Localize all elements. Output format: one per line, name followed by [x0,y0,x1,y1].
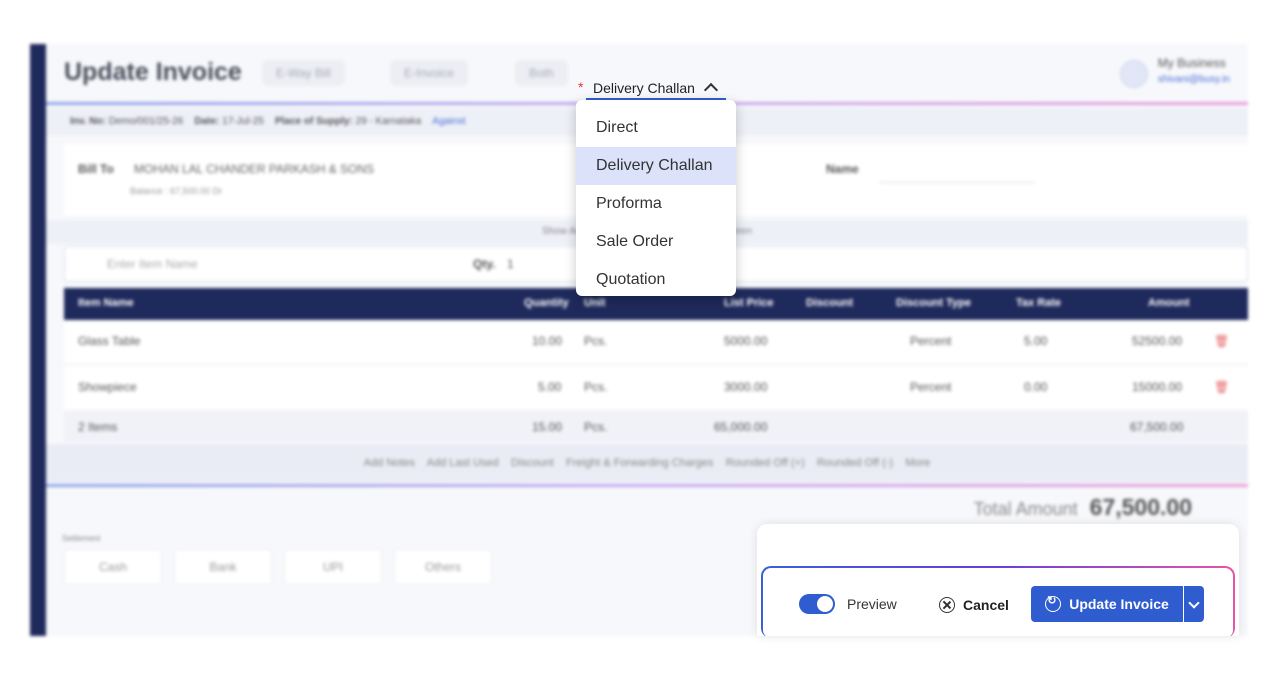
row-amount: 52500.00 [1132,334,1183,348]
name-field[interactable] [879,182,1035,183]
footer-action-card: Preview Cancel Update Invoice [757,524,1239,636]
freight-link[interactable]: Freight & Forwarding Charges [566,457,713,469]
row-qty[interactable]: 5.00 [538,380,561,394]
total-amount-label: Total Amount [973,499,1078,519]
settle-bank-button[interactable]: Bank [174,549,272,585]
qty-input[interactable]: 1 [507,247,514,281]
footer-divider [46,484,1248,487]
date-label: Date: [194,116,220,127]
update-invoice-label: Update Invoice [1069,596,1169,612]
menu-item-delivery-challan[interactable]: Delivery Challan [576,147,736,185]
settle-cash-button[interactable]: Cash [64,549,162,585]
row-discount-type[interactable]: Percent [910,334,951,348]
table-totals-row: 2 Items 15.00 Pcs. 65,000.00 67,500.00 [64,412,1248,442]
document-type-menu: Direct Delivery Challan Proforma Sale Or… [576,100,736,296]
row-item-name: Showpiece [78,380,137,394]
action-bar-inner: Preview Cancel Update Invoice [763,568,1233,636]
chevron-up-icon[interactable] [703,82,719,98]
business-name: My Business [1157,56,1226,70]
date-value[interactable]: 17-Jul-25 [222,116,264,127]
qty-label: Qty. [473,257,496,271]
preview-toggle[interactable] [799,594,835,614]
place-label: Place of Supply: [274,116,353,127]
add-notes-link[interactable]: Add Notes [364,457,415,469]
total-amount-value: 67,500.00 [1089,494,1192,520]
menu-item-sale-order[interactable]: Sale Order [576,223,736,261]
row-tax: 0.00 [1024,380,1048,394]
business-email: shivani@busy.in [1157,74,1230,85]
cancel-button[interactable]: Cancel [939,594,1009,616]
row-item-name: Glass Table [78,334,141,348]
avatar[interactable] [1120,60,1148,88]
left-nav-bar [30,44,46,636]
preview-label: Preview [847,596,897,612]
update-invoice-button[interactable]: Update Invoice [1031,586,1183,622]
discount-link[interactable]: Discount [511,457,554,469]
row-price[interactable]: 3000.00 [724,380,767,394]
tab-both[interactable]: Both [515,60,568,86]
inv-no-label: Inv. No: [70,116,106,127]
rounded-off-plus-link[interactable]: Rounded Off (+) [726,457,805,469]
document-type-select[interactable]: * Delivery Challan [576,77,738,100]
close-circle-icon [939,597,955,613]
row-tax: 5.00 [1024,334,1048,348]
col-amount: Amount [1148,297,1190,309]
row-unit[interactable]: Pcs. [584,380,607,394]
delete-icon[interactable]: 🗑 [1214,380,1229,394]
col-discount: Discount [806,297,854,309]
settlement-label: Settlement [62,534,101,543]
against-link[interactable]: Against [432,116,465,127]
row-qty[interactable]: 10.00 [532,334,562,348]
page-title: Update Invoice [64,58,242,86]
sync-icon [1045,594,1062,612]
cancel-label: Cancel [963,597,1009,613]
total-amount-cell: 67,500.00 [1130,420,1184,434]
required-marker: * [578,79,584,95]
inv-no-value[interactable]: Demo/001/25-26 [109,116,184,127]
row-price[interactable]: 5000.00 [724,334,767,348]
more-link[interactable]: More [905,457,930,469]
name-label: Name [826,162,859,176]
col-item-name: Item Name [78,297,134,309]
row-amount: 15000.00 [1132,380,1183,394]
bill-to-balance: Balance : 67,500.00 Dr [130,186,223,196]
place-value[interactable]: 29 - Karnataka [356,116,422,127]
tab-einvoice[interactable]: E-Invoice [390,60,469,86]
col-discount-type: Discount Type [896,297,971,309]
menu-item-quotation[interactable]: Quotation [576,261,736,299]
bill-to-label: Bill To [78,162,114,176]
business-info[interactable]: My Business shivani@busy.in [1158,56,1230,85]
total-amount: Total Amount 67,500.00 [974,494,1192,521]
delete-icon[interactable]: 🗑 [1214,334,1229,348]
total-price: 65,000.00 [714,420,768,434]
menu-item-direct[interactable]: Direct [576,109,736,147]
tab-eway-bill[interactable]: E-Way Bill [262,60,345,86]
menu-item-proforma[interactable]: Proforma [576,185,736,223]
settle-upi-button[interactable]: UPI [284,549,382,585]
bill-to-select[interactable]: MOHAN LAL CHANDER PARKASH & SONS [134,162,374,176]
update-options-dropdown-button[interactable] [1184,586,1204,622]
total-qty: 15.00 [532,420,563,434]
row-unit[interactable]: Pcs. [584,334,607,348]
row-discount-type[interactable]: Percent [910,380,951,394]
add-options-row: Add Notes Add Last Used Discount Freight… [46,444,1248,482]
settle-others-button[interactable]: Others [394,549,492,585]
add-last-used-link[interactable]: Add Last Used [427,457,499,469]
table-row[interactable]: Glass Table 10.00 Pcs. 5000.00 Percent 5… [64,320,1248,365]
rounded-off-minus-link[interactable]: Rounded Off (-) [817,457,893,469]
col-tax-rate: Tax Rate [1016,297,1062,309]
total-unit: Pcs. [584,420,608,434]
document-type-value: Delivery Challan [593,80,695,96]
item-search-input[interactable]: Enter Item Name [107,257,198,271]
action-bar: Preview Cancel Update Invoice [761,566,1235,636]
col-quantity: Quantity [524,297,569,309]
total-items: 2 Items [78,420,118,434]
table-row[interactable]: Showpiece 5.00 Pcs. 3000.00 Percent 0.00… [64,366,1248,411]
